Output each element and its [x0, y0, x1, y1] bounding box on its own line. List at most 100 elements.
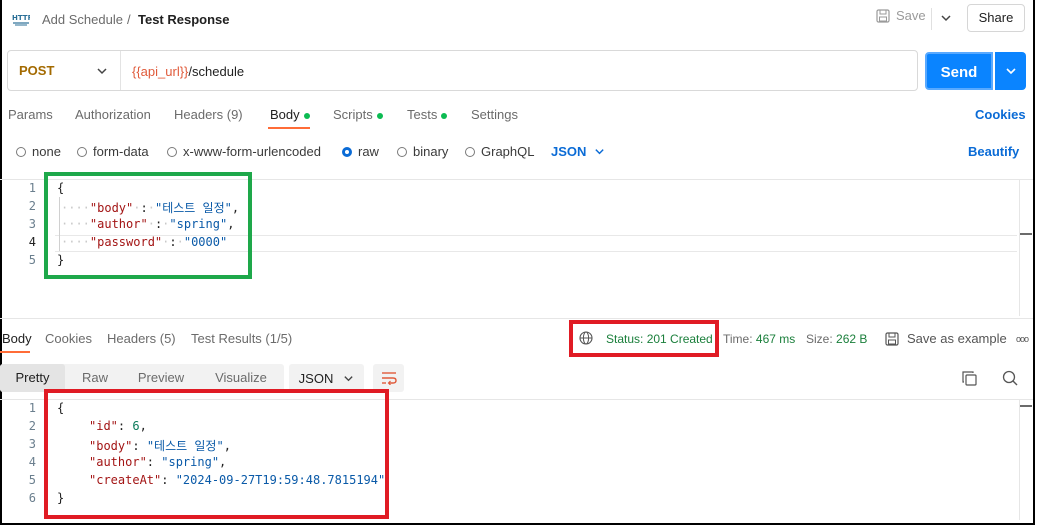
radio-circle	[16, 146, 26, 157]
response-tab-body-underline	[0, 351, 30, 353]
cookies-link[interactable]: Cookies	[975, 107, 1026, 122]
line-number: 1	[28, 181, 36, 195]
svg-text:HTTP: HTTP	[12, 14, 30, 22]
tab-scripts[interactable]: Scripts	[333, 107, 383, 122]
tab-tests-label: Tests	[407, 107, 438, 122]
tab-params[interactable]: Params	[8, 107, 53, 122]
response-size[interactable]: Size: 262 B	[806, 332, 867, 346]
active-dot	[376, 112, 383, 119]
size-label: Size:	[806, 332, 833, 346]
view-raw-button[interactable]: Raw	[65, 364, 125, 392]
radio-none[interactable]: none	[16, 144, 61, 159]
radio-urlencoded-label: x-www-form-urlencoded	[183, 144, 321, 159]
more-options-icon[interactable]: ooo	[1016, 334, 1029, 344]
save-label: Save	[896, 8, 926, 23]
line-number: 5	[28, 473, 36, 487]
radio-binary-label: binary	[413, 144, 449, 159]
response-editor-scroll-marker	[1020, 405, 1032, 407]
save-divider	[931, 8, 932, 30]
active-dot	[441, 112, 448, 119]
view-raw-label: Raw	[81, 370, 108, 385]
share-button[interactable]: Share	[967, 4, 1025, 32]
save-as-example-label: Save as example	[907, 331, 1007, 346]
response-tab-test-results[interactable]: Test Results (1/5)	[191, 331, 292, 346]
line-number: 3	[28, 217, 36, 231]
body-format-select[interactable]: JSON	[551, 144, 605, 159]
line-number: 4	[28, 235, 36, 249]
http-icon: HTTP	[12, 11, 33, 27]
tab-body-underline	[268, 127, 310, 129]
send-options-button[interactable]	[995, 52, 1026, 90]
active-dot	[303, 112, 310, 119]
radio-binary[interactable]: binary	[397, 144, 448, 159]
save-as-example-button[interactable]: Save as example	[885, 331, 1007, 346]
tab-settings[interactable]: Settings	[471, 107, 518, 122]
copy-icon[interactable]	[962, 371, 977, 389]
line-number: 3	[28, 437, 36, 451]
breadcrumb-separator: /	[127, 12, 131, 27]
line-number: 2	[28, 199, 36, 213]
radio-none-label: none	[32, 144, 61, 159]
radio-raw-label: raw	[358, 144, 379, 159]
radio-circle	[397, 146, 407, 157]
response-tab-headers[interactable]: Headers (5)	[107, 331, 176, 346]
breadcrumb-parent[interactable]: Add Schedule	[42, 12, 123, 27]
tab-headers[interactable]: Headers (9)	[174, 107, 243, 122]
save-icon	[885, 331, 899, 346]
tab-tests[interactable]: Tests	[407, 107, 448, 122]
size-value: 262 B	[836, 332, 868, 346]
radio-graphql-label: GraphQL	[481, 144, 535, 159]
chevron-down-icon	[595, 149, 605, 155]
wrap-lines-icon	[381, 372, 397, 385]
pane-divider[interactable]	[0, 318, 1033, 319]
view-preview-label: Preview	[137, 370, 185, 385]
chevron-down-icon	[1005, 68, 1016, 75]
request-editor-scrollbar[interactable]	[1019, 180, 1020, 316]
send-label: Send	[940, 64, 978, 81]
line-number: 6	[28, 491, 36, 505]
time-value: 467 ms	[755, 332, 796, 346]
tab-body-label: Body	[270, 107, 300, 122]
tab-body[interactable]: Body	[270, 107, 310, 122]
radio-graphql[interactable]: GraphQL	[465, 144, 534, 159]
response-tab-body[interactable]: Body	[2, 331, 32, 346]
view-preview-button[interactable]: Preview	[127, 364, 195, 392]
radio-circle	[167, 146, 177, 157]
line-number: 4	[28, 455, 36, 469]
radio-urlencoded[interactable]: x-www-form-urlencoded	[167, 144, 321, 159]
line-number: 2	[28, 419, 36, 433]
url-variable: {{api_url}}	[132, 64, 189, 79]
status-highlight-box	[569, 320, 719, 357]
line-number: 1	[28, 401, 36, 415]
chevron-down-icon	[97, 67, 107, 74]
response-format-select[interactable]: JSON	[289, 364, 364, 392]
radio-form-data[interactable]: form-data	[77, 144, 149, 159]
time-label: Time:	[723, 332, 753, 346]
tab-authorization[interactable]: Authorization	[75, 107, 151, 122]
save-options-chevron-icon[interactable]	[940, 12, 952, 27]
view-visualize-button[interactable]: Visualize	[206, 364, 276, 392]
method-label: POST	[19, 63, 55, 78]
method-select[interactable]: POST	[8, 51, 120, 90]
search-icon[interactable]	[1002, 370, 1018, 389]
response-time[interactable]: Time: 467 ms	[723, 332, 795, 346]
url-input[interactable]: {{api_url}}/schedule	[132, 64, 244, 79]
method-divider	[120, 51, 121, 90]
share-label: Share	[978, 10, 1014, 25]
view-pretty-button[interactable]: Pretty	[0, 364, 65, 392]
tab-scripts-label: Scripts	[333, 107, 373, 122]
response-tab-cookies[interactable]: Cookies	[45, 331, 92, 346]
request-editor-scroll-marker	[1020, 233, 1032, 235]
view-visualize-label: Visualize	[215, 370, 267, 385]
send-button[interactable]: Send	[925, 52, 993, 90]
save-icon	[876, 8, 890, 23]
radio-raw[interactable]: raw	[342, 144, 379, 159]
response-format-label: JSON	[298, 370, 334, 386]
beautify-link[interactable]: Beautify	[968, 144, 1019, 159]
request-body-highlight-box	[44, 172, 252, 279]
chevron-down-icon	[344, 375, 353, 381]
response-editor-scrollbar[interactable]	[1019, 400, 1020, 520]
body-format-label: JSON	[551, 144, 587, 159]
wrap-lines-button[interactable]	[373, 364, 404, 392]
save-button[interactable]: Save	[876, 8, 926, 23]
